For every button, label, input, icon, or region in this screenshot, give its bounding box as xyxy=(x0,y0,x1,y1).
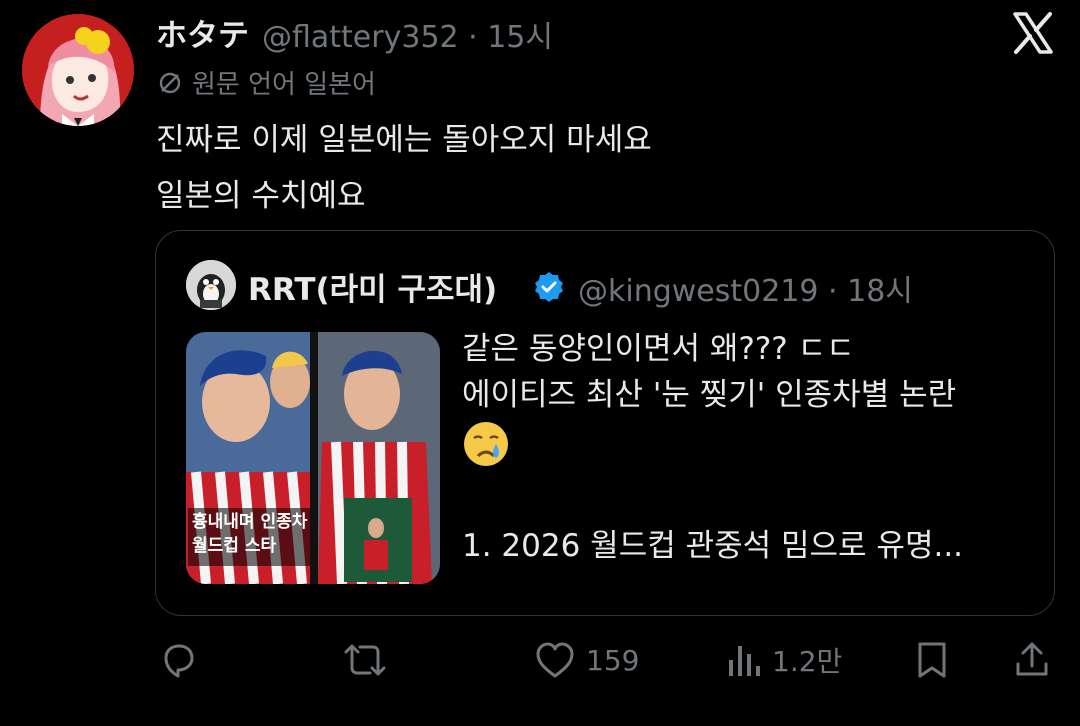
bookmark-button[interactable] xyxy=(914,636,950,684)
reply-button[interactable] xyxy=(158,636,198,684)
verified-badge-icon xyxy=(532,270,566,304)
share-button[interactable] xyxy=(1012,636,1052,684)
tweet-body-line: 일본의 수치예요 xyxy=(156,178,366,214)
x-logo-icon[interactable] xyxy=(1010,10,1056,56)
bookmark-icon xyxy=(918,642,946,678)
translation-info[interactable]: 원문 언어 일본어 xyxy=(158,64,376,101)
quote-author-avatar[interactable] xyxy=(186,260,236,310)
author-handle-and-time[interactable]: @flattery352 · 15시 xyxy=(262,12,553,56)
quote-text-line: 같은 동양인이면서 왜??? ㄷㄷ xyxy=(462,331,855,367)
reply-icon xyxy=(164,644,194,678)
media-caption-line: 월드컵 스타 xyxy=(192,536,277,556)
crying-face-emoji-icon xyxy=(462,420,510,468)
author-display-name[interactable]: ホタテ xyxy=(156,10,249,55)
quote-text-point: 1. 2026 월드컵 관중석 밈으로 유명... xyxy=(462,528,964,564)
media-caption: 흉내내며 인종차 월드컵 스타 xyxy=(192,510,307,558)
views-icon xyxy=(729,646,760,676)
repost-icon xyxy=(344,644,386,676)
quote-text: 같은 동양인이면서 왜??? ㄷㄷ 에이티즈 최산 '눈 찢기' 인종차별 논란 xyxy=(462,326,1042,418)
media-caption-line: 흉내내며 인종차 xyxy=(192,512,308,532)
like-button[interactable]: 159 xyxy=(534,636,639,684)
quote-author-display-name[interactable]: RRT(라미 구조대) xyxy=(248,264,497,309)
like-icon xyxy=(536,642,574,678)
translate-icon xyxy=(159,72,181,93)
repost-button[interactable] xyxy=(342,636,388,684)
share-icon xyxy=(1016,642,1048,676)
author-avatar[interactable] xyxy=(22,14,134,126)
quote-author-handle-and-time[interactable]: @kingwest0219 · 18시 xyxy=(578,266,913,310)
quote-text-line: 에이티즈 최산 '눈 찢기' 인종차별 논란 xyxy=(462,377,957,413)
views-button[interactable]: 1.2만 xyxy=(726,636,842,684)
like-count: 159 xyxy=(586,643,640,677)
translation-label: 원문 언어 일본어 xyxy=(192,70,376,100)
tweet-body: 진짜로 이제 일본에는 돌아오지 마세요 일본의 수치예요 xyxy=(156,112,652,224)
view-count: 1.2만 xyxy=(772,645,843,678)
tweet-body-line: 진짜로 이제 일본에는 돌아오지 마세요 xyxy=(156,122,652,158)
quote-media-thumbnail[interactable]: 흉내내며 인종차 월드컵 스타 xyxy=(186,332,440,584)
